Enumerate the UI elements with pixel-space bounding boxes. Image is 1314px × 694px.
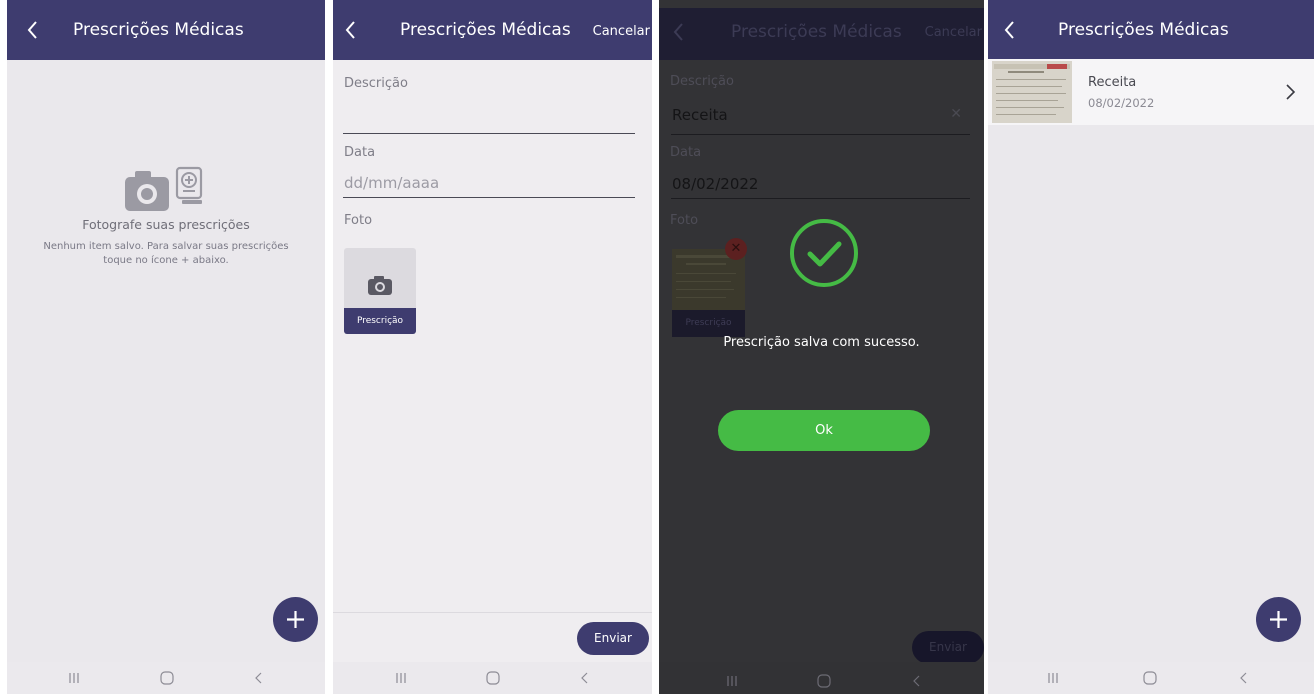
home-icon[interactable] <box>483 669 503 687</box>
system-nav-bar <box>7 662 325 694</box>
clear-icon: ✕ <box>950 106 962 122</box>
empty-state-title: Fotografe suas prescrições <box>82 217 250 232</box>
system-nav-bar <box>659 662 984 694</box>
date-input: 08/02/2022 <box>672 175 759 193</box>
cancel-button[interactable]: Cancelar <box>593 24 650 39</box>
ok-button[interactable]: Ok <box>718 410 930 451</box>
nav-back-icon[interactable] <box>575 669 595 687</box>
plus-icon <box>1270 611 1287 628</box>
photo-label: Foto <box>670 213 699 228</box>
photo-label: Foto <box>344 213 373 228</box>
add-prescription-button[interactable] <box>1256 597 1301 642</box>
app-header: Prescrições Médicas <box>7 0 325 60</box>
prescription-photo-thumbnail <box>992 61 1072 123</box>
page-title: Prescrições Médicas <box>731 22 902 42</box>
screen-new-prescription-form: Prescrições Médicas Cancelar Descrição D… <box>333 0 652 694</box>
list-item-title: Receita <box>1088 75 1137 90</box>
plus-icon <box>287 611 304 628</box>
cancel-button: Cancelar <box>924 25 982 40</box>
back-chevron-icon[interactable] <box>998 18 1022 42</box>
page-title: Prescrições Médicas <box>400 20 571 40</box>
chevron-right-icon <box>1286 84 1296 100</box>
photo-tile-label: Prescrição <box>672 310 745 337</box>
list-item-date: 08/02/2022 <box>1088 96 1155 110</box>
home-icon[interactable] <box>157 669 177 687</box>
date-input[interactable]: dd/mm/aaaa <box>344 174 439 192</box>
description-label: Descrição <box>344 76 408 91</box>
date-label: Data <box>670 145 702 160</box>
success-check-icon <box>790 219 858 287</box>
app-header: Prescrições Médicas Cancelar <box>659 8 984 60</box>
recent-apps-icon[interactable] <box>64 669 84 687</box>
back-chevron-icon[interactable] <box>339 18 363 42</box>
system-nav-bar <box>333 662 652 694</box>
home-icon[interactable] <box>814 672 834 690</box>
description-field-underline <box>343 133 635 134</box>
send-button[interactable]: Enviar <box>577 622 649 655</box>
screen-prescription-list: Prescrições Médicas Receita 08/02/2022 <box>988 0 1314 694</box>
system-nav-bar <box>988 662 1314 694</box>
app-header: Prescrições Médicas <box>988 0 1314 60</box>
home-icon[interactable] <box>1140 669 1160 687</box>
description-field-underline <box>671 134 970 135</box>
prescription-photo-thumbnail: Prescrição <box>672 249 745 337</box>
page-title: Prescrições Médicas <box>1058 20 1229 40</box>
nav-back-icon[interactable] <box>1234 669 1254 687</box>
back-chevron-icon[interactable] <box>21 18 45 42</box>
list-item[interactable]: Receita 08/02/2022 <box>988 59 1314 125</box>
camera-icon <box>368 276 392 295</box>
recent-apps-icon[interactable] <box>722 672 742 690</box>
recent-apps-icon[interactable] <box>1043 669 1063 687</box>
app-header: Prescrições Médicas Cancelar <box>333 0 652 60</box>
description-input: Receita <box>672 106 728 124</box>
empty-state-message: Nenhum item salvo. Para salvar suas pres… <box>43 241 289 266</box>
add-photo-button[interactable]: Prescrição <box>344 248 416 334</box>
description-label: Descrição <box>670 74 734 89</box>
send-button: Enviar <box>912 631 984 664</box>
recent-apps-icon[interactable] <box>391 669 411 687</box>
remove-photo-icon: ✕ <box>725 238 747 260</box>
prescription-document-icon <box>175 166 203 204</box>
prescription-photo-image <box>992 61 1072 123</box>
date-field-underline <box>671 198 970 199</box>
date-label: Data <box>344 145 376 160</box>
add-prescription-button[interactable] <box>273 597 318 642</box>
back-chevron-icon <box>673 23 683 41</box>
page-title: Prescrições Médicas <box>73 20 244 40</box>
screen-save-success: Prescrições Médicas Cancelar Descrição R… <box>659 0 984 694</box>
nav-back-icon[interactable] <box>249 669 269 687</box>
success-message: Prescrição salva com sucesso. <box>723 335 920 350</box>
screen-empty-state: Prescrições Médicas Fotografe suas presc… <box>7 0 325 694</box>
nav-back-icon[interactable] <box>907 672 927 690</box>
photo-tile-label: Prescrição <box>344 308 416 334</box>
date-field-underline <box>343 197 635 198</box>
